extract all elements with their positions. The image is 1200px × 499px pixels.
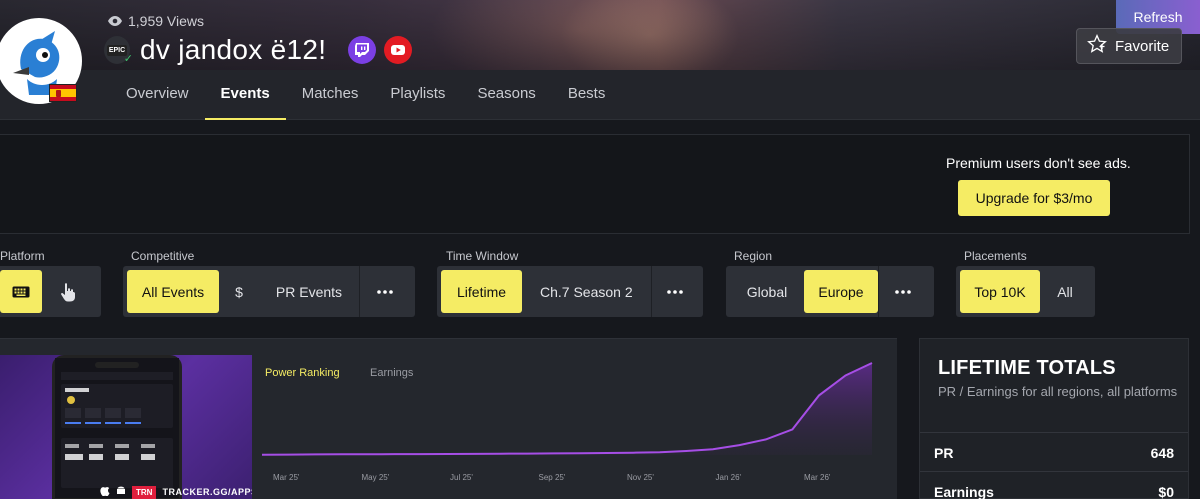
time-window-label: Time Window bbox=[446, 249, 519, 263]
totals-earnings-label: Earnings bbox=[934, 483, 994, 499]
competitive-filter-label: Competitive bbox=[131, 249, 195, 263]
totals-row-pr: PR 648 bbox=[920, 432, 1188, 472]
region-more-icon[interactable] bbox=[879, 270, 927, 313]
eye-icon bbox=[108, 13, 122, 29]
x-tick-label: Sep 25' bbox=[539, 473, 566, 482]
lifetime-totals-card: LIFETIME TOTALS PR / Earnings for all re… bbox=[919, 338, 1189, 499]
tab-matches[interactable]: Matches bbox=[286, 70, 375, 120]
x-axis-ticks: Mar 25' May 25' Jul 25' Sep 25' Nov 25' Jan 2… bbox=[273, 473, 831, 482]
upgrade-button[interactable]: Upgrade for $3/mo bbox=[958, 180, 1110, 216]
spain-flag-icon bbox=[49, 84, 77, 102]
player-title-row: EPIC ✓ dv jandox ë12! bbox=[104, 34, 413, 66]
platform-filter bbox=[0, 266, 101, 317]
competitive-more-icon[interactable] bbox=[360, 270, 410, 313]
filter-all-events[interactable]: All Events bbox=[127, 270, 219, 313]
placements-filter: Top 10K All bbox=[956, 266, 1095, 317]
tab-bests[interactable]: Bests bbox=[552, 70, 622, 120]
twitch-icon[interactable] bbox=[348, 36, 377, 64]
filter-all-placements[interactable]: All bbox=[1040, 270, 1090, 313]
ad-banner: Premium users don't see ads. Upgrade for… bbox=[0, 134, 1190, 234]
filter-europe[interactable]: Europe bbox=[804, 270, 878, 313]
x-tick-label: Nov 25' bbox=[627, 473, 654, 482]
tab-seasons[interactable]: Seasons bbox=[461, 70, 551, 120]
tab-events[interactable]: Events bbox=[204, 70, 286, 120]
tab-overview[interactable]: Overview bbox=[110, 70, 205, 120]
placements-label: Placements bbox=[964, 249, 1027, 263]
filter-top-10k[interactable]: Top 10K bbox=[960, 270, 1040, 313]
x-tick-label: Mar 25' bbox=[273, 473, 300, 482]
totals-earnings-value: $0 bbox=[1158, 483, 1174, 499]
epic-games-icon: EPIC ✓ bbox=[104, 36, 133, 65]
totals-title: LIFETIME TOTALS bbox=[938, 357, 1116, 379]
x-tick-label: Jul 25' bbox=[450, 473, 473, 482]
favorite-label: Favorite bbox=[1115, 37, 1170, 55]
filter-lifetime[interactable]: Lifetime bbox=[441, 270, 523, 313]
android-icon bbox=[116, 483, 126, 499]
time-window-more-icon[interactable] bbox=[652, 270, 699, 313]
filter-money-events[interactable]: $ bbox=[219, 270, 259, 313]
time-window-filter: Lifetime Ch.7 Season 2 bbox=[437, 266, 703, 317]
profile-tabs: Overview Events Matches Playlists Season… bbox=[110, 70, 621, 120]
app-promo[interactable]: TRN TRACKER.GG/APPS bbox=[0, 355, 252, 499]
views-label: 1,959 Views bbox=[128, 13, 205, 29]
promo-link: TRACKER.GG/APPS bbox=[162, 487, 252, 497]
region-filter: Global Europe bbox=[726, 266, 934, 317]
trn-logo: TRN bbox=[132, 485, 157, 499]
totals-pr-value: 648 bbox=[1150, 444, 1174, 461]
filter-season[interactable]: Ch.7 Season 2 bbox=[522, 270, 651, 313]
star-icon bbox=[1087, 34, 1107, 58]
competitive-filter: All Events $ PR Events bbox=[123, 266, 415, 317]
platform-filter-label: Platform bbox=[0, 249, 45, 263]
phone-mockup bbox=[52, 355, 182, 499]
x-tick-label: May 25' bbox=[362, 473, 390, 482]
chart-area-fill bbox=[262, 363, 872, 455]
totals-subtitle: PR / Earnings for all regions, all platf… bbox=[938, 384, 1178, 399]
region-label: Region bbox=[734, 249, 773, 263]
social-links bbox=[348, 36, 413, 64]
x-tick-label: Jan 26' bbox=[716, 473, 742, 482]
keyboard-icon[interactable] bbox=[0, 270, 42, 313]
filter-global[interactable]: Global bbox=[730, 270, 804, 313]
youtube-icon[interactable] bbox=[384, 36, 413, 64]
favorite-button[interactable]: Favorite bbox=[1076, 28, 1182, 64]
verified-check-icon: ✓ bbox=[123, 53, 133, 65]
player-name: dv jandox ë12! bbox=[140, 34, 327, 65]
premium-message: Premium users don't see ads. bbox=[946, 155, 1131, 171]
x-tick-label: Mar 26' bbox=[804, 473, 831, 482]
view-count: 1,959 Views bbox=[108, 13, 204, 29]
filter-pr-events[interactable]: PR Events bbox=[259, 270, 359, 313]
touch-icon[interactable] bbox=[42, 270, 94, 313]
power-ranking-chart: Mar 25' May 25' Jul 25' Sep 25' Nov 25' Jan 2… bbox=[261, 362, 873, 482]
totals-pr-label: PR bbox=[934, 444, 954, 461]
apple-icon bbox=[100, 483, 110, 499]
tab-playlists[interactable]: Playlists bbox=[374, 70, 461, 120]
totals-row-earnings: Earnings $0 bbox=[920, 471, 1188, 499]
